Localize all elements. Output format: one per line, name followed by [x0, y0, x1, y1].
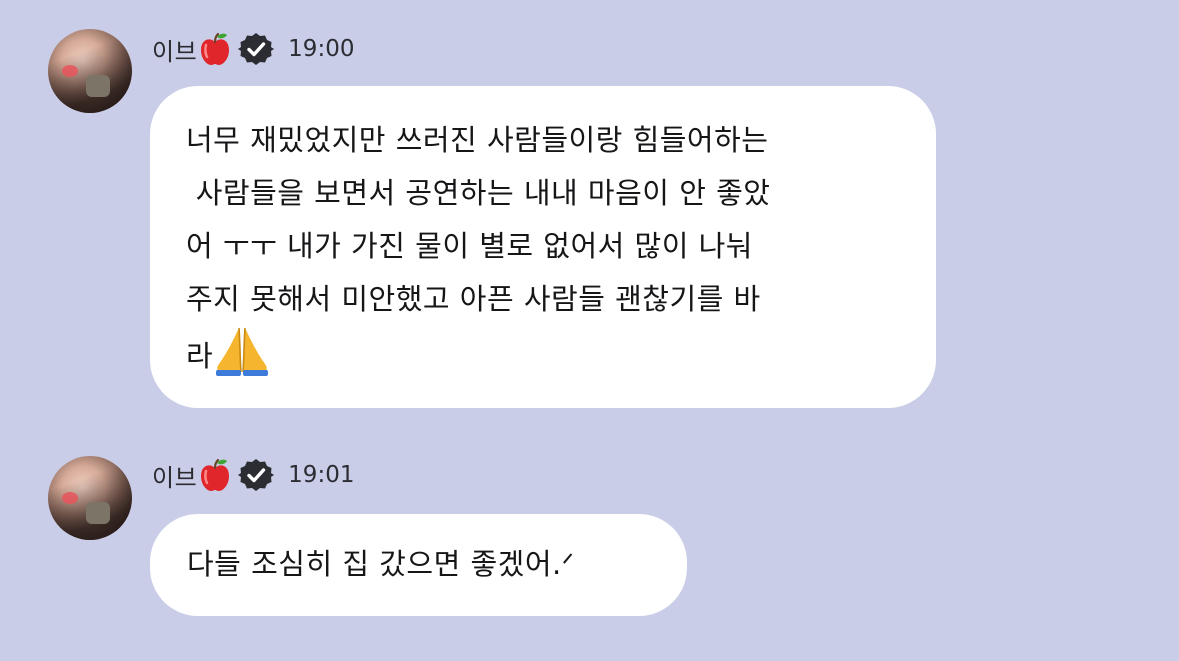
avatar-hair [48, 29, 132, 113]
message-header: 이브 19:01 [152, 455, 354, 495]
verified-badge-icon [238, 457, 275, 493]
message-time: 19:00 [288, 36, 355, 62]
message-header: 이브 19:00 [152, 29, 354, 69]
avatar[interactable] [48, 456, 132, 540]
avatar-blush [62, 492, 78, 504]
avatar-hair [48, 456, 132, 540]
message-text-line: 너무 재밌었지만 쓰러진 사람들이랑 힘들어하는 [186, 123, 769, 157]
avatar-hand [86, 502, 110, 524]
chat-message: 이브 19:00 너무 재밌었지만 쓰러진 사람들이랑 힘들어하는 사람들을 보… [0, 0, 1179, 430]
message-text-line: 주지 못해서 미안했고 아픈 사람들 괜찮기를 바 [186, 282, 761, 316]
message-bubble[interactable]: 다들 조심히 집 갔으면 좋겠어.ᐟ [150, 514, 687, 616]
chat-message: 이브 19:01 다들 조심히 집 갔으면 좋겠어.ᐟ [0, 430, 1179, 661]
message-text-line: 사람들을 보면서 공연하는 내내 마음이 안 좋았 [186, 176, 771, 210]
sender-name[interactable]: 이브 [152, 32, 197, 67]
message-text-line: 라 [186, 326, 904, 383]
verified-badge-icon [238, 31, 275, 67]
folded-hands-icon [213, 326, 271, 376]
message-text-fragment: 라 [186, 339, 214, 373]
sender-name[interactable]: 이브 [152, 458, 197, 493]
avatar-hand [86, 75, 110, 97]
message-text-line: 다들 조심히 집 갔으면 좋겠어.ᐟ [187, 547, 575, 581]
avatar[interactable] [48, 29, 132, 113]
message-time: 19:01 [288, 462, 355, 488]
red-apple-icon [198, 31, 232, 67]
avatar-blush [62, 65, 78, 77]
red-apple-icon [198, 457, 232, 493]
message-text-line: 어 ㅜㅜ 내가 가진 물이 별로 없어서 많이 나눠 [186, 229, 753, 263]
message-bubble[interactable]: 너무 재밌었지만 쓰러진 사람들이랑 힘들어하는 사람들을 보면서 공연하는 내… [150, 86, 936, 408]
